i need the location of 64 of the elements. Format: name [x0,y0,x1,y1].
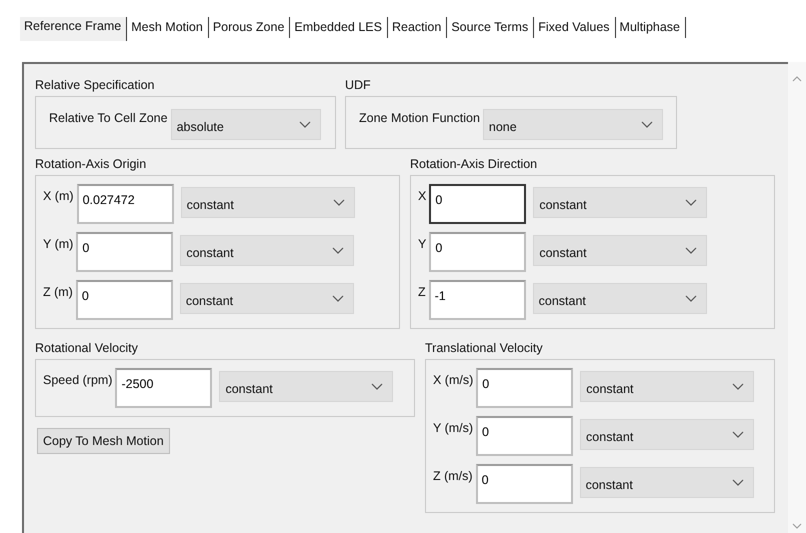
field-label: Y (m/s) [433,420,474,435]
dropdown[interactable]: none [482,109,663,140]
input-field[interactable]: 0 [429,232,526,272]
input-field[interactable]: -2500 [115,368,212,408]
chevron-down-icon [684,295,697,302]
field-label: X [418,188,426,203]
input-field[interactable]: 0 [76,232,174,272]
input-field[interactable]: 0.027472 [76,184,174,224]
dropdown[interactable]: constant [180,283,354,314]
tab[interactable]: Multiphase [616,17,686,38]
chevron-down-icon [332,247,344,254]
tab[interactable]: Fixed Values [534,17,616,38]
scrollbar[interactable] [788,62,806,533]
tab[interactable]: Embedded LES [290,17,388,38]
field-label: Speed (rpm) [43,372,112,387]
scroll-down-icon[interactable] [792,523,802,529]
group-title: Rotation-Axis Direction [410,157,538,173]
chevron-down-icon [685,247,698,254]
input-field[interactable]: 0 [476,464,573,504]
field-label: Z (m) [43,284,73,299]
input-field[interactable]: 0 [429,184,526,224]
tab[interactable]: Porous Zone [208,17,290,38]
dropdown[interactable]: constant [180,235,354,266]
copy-button[interactable]: Copy To Mesh Motion [37,428,170,454]
group-title: Rotation-Axis Origin [35,157,148,173]
chevron-down-icon [732,479,744,486]
field-label: Z [418,284,426,299]
field-label: X (m) [43,188,74,203]
chevron-down-icon [332,199,345,206]
tab[interactable]: Source Terms [447,17,534,38]
input-field[interactable]: 0 [476,416,574,456]
field-label: X (m/s) [433,372,474,387]
group-title: UDF [345,78,372,94]
chevron-down-icon [298,121,311,128]
field-label: Zone Motion Function [359,110,480,125]
input-field[interactable]: 0 [76,280,173,320]
chevron-down-icon [732,431,744,438]
group-title: Translational Velocity [425,341,544,357]
field-label: Relative To Cell Zone [49,110,168,125]
dropdown[interactable]: constant [580,467,754,498]
field-label: Y [418,236,426,251]
tab[interactable]: Mesh Motion [127,17,209,38]
dropdown[interactable]: constant [580,419,754,450]
tab[interactable]: Reaction [388,17,448,38]
input-field[interactable]: -1 [428,280,526,320]
group-title: Relative Specification [35,78,156,94]
dropdown[interactable]: constant [532,283,707,314]
dropdown[interactable]: absolute [170,109,321,140]
field-label: Y (m) [43,236,74,251]
scroll-up-icon[interactable] [792,76,802,82]
chevron-down-icon [332,295,344,302]
chevron-down-icon [732,383,744,390]
dropdown[interactable]: constant [180,187,355,218]
dropdown[interactable]: constant [533,235,708,266]
dropdown[interactable]: constant [219,371,394,402]
input-field[interactable]: 0 [476,368,574,408]
dropdown[interactable]: constant [580,371,754,402]
group-title: Rotational Velocity [35,341,139,357]
dropdown[interactable]: constant [533,187,708,218]
chevron-down-icon [640,121,653,128]
chevron-down-icon [371,383,384,390]
tab[interactable]: Reference Frame [20,17,128,41]
chevron-down-icon [685,199,698,206]
field-label: Z (m/s) [433,468,473,483]
